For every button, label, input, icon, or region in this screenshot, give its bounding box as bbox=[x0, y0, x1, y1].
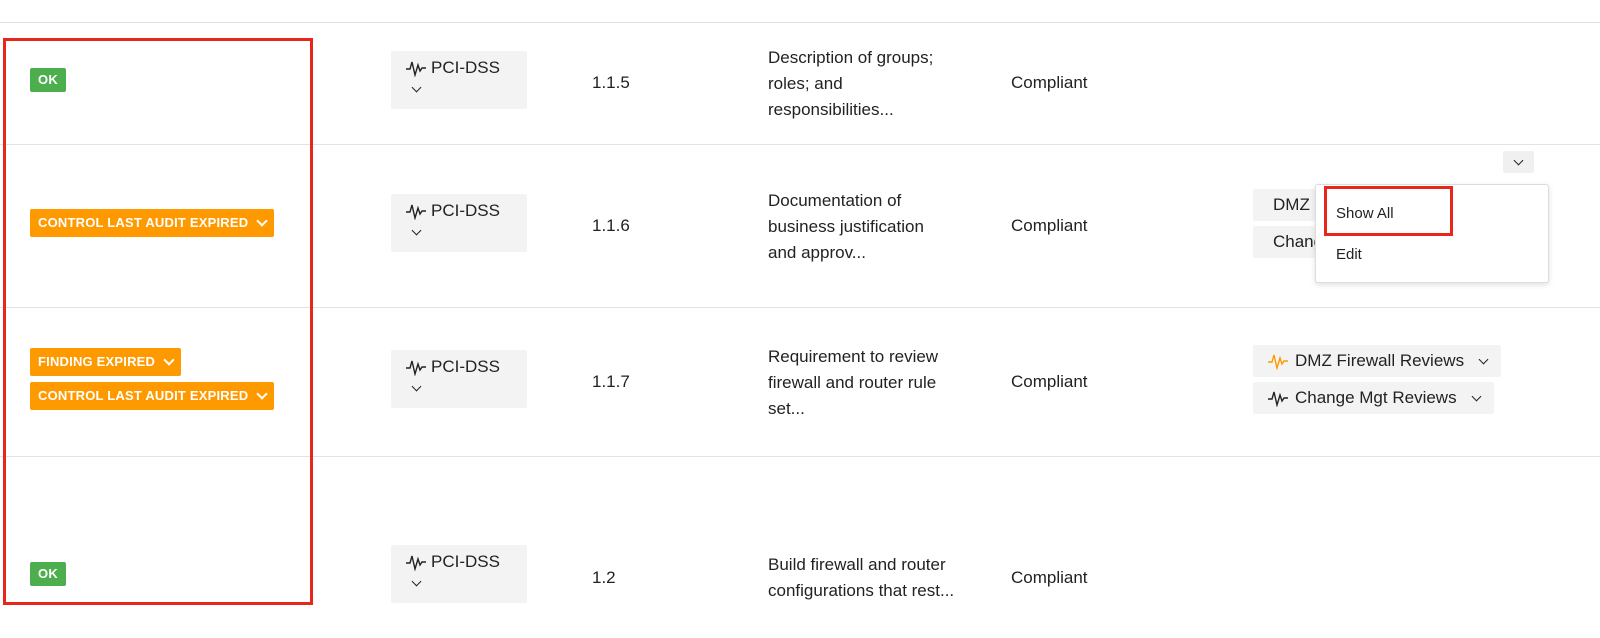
highlight-status-column bbox=[3, 38, 313, 605]
compliance-status: Compliant bbox=[1011, 73, 1088, 92]
framework-label: PCI-DSS bbox=[431, 357, 500, 376]
highlight-show-all bbox=[1324, 186, 1453, 236]
menu-item-edit[interactable]: Edit bbox=[1336, 246, 1362, 263]
control-ref: 1.1.5 bbox=[592, 73, 630, 92]
pulse-orange-icon bbox=[1268, 354, 1288, 370]
pulse-black-icon bbox=[406, 555, 426, 571]
framework-label: PCI-DSS bbox=[431, 58, 500, 77]
chevron-down-icon[interactable] bbox=[411, 82, 422, 92]
chevron-down-icon bbox=[1478, 354, 1489, 364]
row-actions-button[interactable] bbox=[1503, 151, 1534, 173]
pulse-black-icon bbox=[1268, 391, 1288, 407]
compliance-status: Compliant bbox=[1011, 568, 1088, 587]
pulse-black-icon bbox=[406, 61, 426, 77]
framework-chip[interactable]: PCI-DSS bbox=[391, 194, 527, 252]
chevron-down-icon[interactable] bbox=[411, 576, 422, 586]
framework-label: PCI-DSS bbox=[431, 552, 500, 571]
chevron-down-icon[interactable] bbox=[411, 381, 422, 391]
control-description: Build firewall and router configurations… bbox=[768, 555, 955, 600]
review-tag-chip[interactable]: DMZ Firewall Reviews bbox=[1253, 189, 1315, 221]
framework-chip[interactable]: PCI-DSS bbox=[391, 350, 527, 408]
review-tag-chip[interactable]: DMZ Firewall Reviews bbox=[1253, 345, 1502, 377]
control-ref: 1.1.7 bbox=[592, 372, 630, 391]
control-description: Documentation of business justification … bbox=[768, 191, 924, 262]
control-ref: 1.2 bbox=[592, 568, 616, 587]
compliance-status: Compliant bbox=[1011, 216, 1088, 235]
control-description: Description of groups; roles; and respon… bbox=[768, 48, 934, 119]
chevron-down-icon[interactable] bbox=[411, 225, 422, 235]
chevron-down-icon bbox=[1471, 391, 1482, 401]
control-description: Requirement to review firewall and route… bbox=[768, 347, 939, 418]
framework-label: PCI-DSS bbox=[431, 201, 500, 220]
control-ref: 1.1.6 bbox=[592, 216, 630, 235]
compliance-status: Compliant bbox=[1011, 372, 1088, 391]
chevron-down-icon bbox=[1513, 155, 1524, 165]
review-tag-chip[interactable]: Change Mgt Reviews bbox=[1253, 382, 1494, 414]
framework-chip[interactable]: PCI-DSS bbox=[391, 545, 527, 603]
framework-chip[interactable]: PCI-DSS bbox=[391, 51, 527, 109]
pulse-black-icon bbox=[406, 360, 426, 376]
review-tag-chip[interactable]: Change Mgt Reviews bbox=[1253, 226, 1315, 258]
pulse-black-icon bbox=[406, 204, 426, 220]
row-divider bbox=[0, 22, 1600, 23]
